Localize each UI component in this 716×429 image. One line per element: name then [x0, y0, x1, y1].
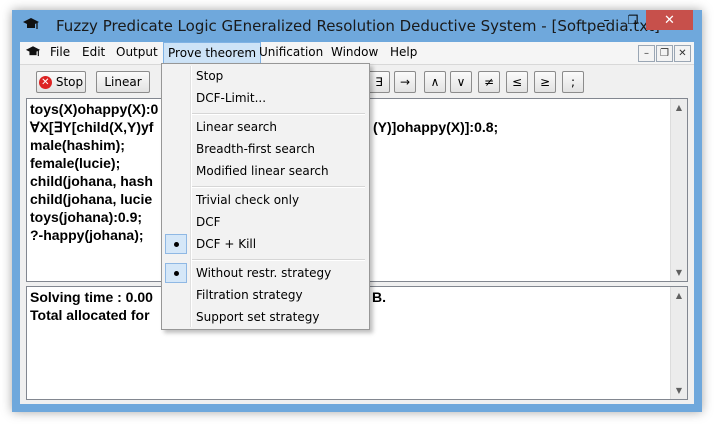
menu-unification[interactable]: Unification [259, 45, 323, 59]
code-line: toys(X)ohappy(X):0 [30, 101, 159, 117]
menu-item-breadth-first-search[interactable]: Breadth-first search [196, 142, 315, 156]
menu-item-without-restr-strategy[interactable]: Without restr. strategy [196, 266, 331, 280]
menu-item-stop[interactable]: Stop [196, 69, 223, 83]
menu-item-support-set-strategy[interactable]: Support set strategy [196, 310, 319, 324]
title-bar[interactable]: Fuzzy Predicate Logic GEneralized Resolu… [12, 10, 702, 42]
radio-check-mark [165, 263, 187, 283]
symbol-implies-button[interactable]: → [394, 71, 416, 93]
code-line: male(hashim); [30, 137, 125, 153]
code-line-tail: (Y)]ohappy(X)]:0.8; [373, 119, 499, 135]
menu-item-dcf[interactable]: DCF [196, 215, 221, 229]
code-line: female(lucie); [30, 155, 121, 171]
code-line: toys(johana):0.9; [30, 209, 143, 225]
maximize-button[interactable]: ❐ [620, 10, 646, 30]
menu-prove-theorem[interactable]: Prove theorem [163, 42, 262, 64]
editor-scrollbar[interactable]: ▲ ▼ [670, 99, 687, 281]
symbol-or-button[interactable]: ∨ [450, 71, 472, 93]
symbol-greater-equal-button[interactable]: ≥ [534, 71, 556, 93]
graduation-cap-icon [23, 18, 39, 29]
menu-window[interactable]: Window [331, 45, 378, 59]
radio-check-mark [165, 234, 187, 254]
symbol-not-equal-button[interactable]: ≠ [478, 71, 500, 93]
menu-bar: File Edit Output Prove theorem Unificati… [20, 42, 694, 64]
symbol-exists-button[interactable]: ∃ [368, 71, 390, 93]
output-line: Solving time : 0.00 [30, 289, 153, 305]
linear-button[interactable]: Linear [96, 71, 150, 93]
close-button[interactable]: ✕ [646, 10, 693, 30]
mdi-close-button[interactable]: ✕ [674, 45, 691, 62]
menu-item-dcf-limit[interactable]: DCF-Limit... [196, 91, 266, 105]
prove-theorem-menu: Stop DCF-Limit... Linear search Breadth-… [161, 63, 370, 330]
stop-icon: ✕ [38, 75, 52, 89]
minimize-button[interactable]: – [593, 10, 620, 30]
menu-item-filtration-strategy[interactable]: Filtration strategy [196, 288, 303, 302]
symbol-semicolon-button[interactable]: ; [562, 71, 584, 93]
menu-file[interactable]: File [50, 45, 70, 59]
scroll-up-icon[interactable]: ▲ [671, 99, 687, 116]
scroll-up-icon[interactable]: ▲ [671, 287, 687, 304]
menu-item-dcf-kill[interactable]: DCF + Kill [196, 237, 256, 251]
radio-dot-icon [174, 271, 179, 276]
linear-button-label: Linear [104, 75, 142, 89]
menu-item-trivial-check-only[interactable]: Trivial check only [196, 193, 299, 207]
output-line: Total allocated for [30, 307, 150, 323]
symbol-less-equal-button[interactable]: ≤ [506, 71, 528, 93]
menu-separator [192, 186, 365, 188]
mdi-restore-button[interactable]: ❐ [656, 45, 673, 62]
symbol-and-button[interactable]: ∧ [424, 71, 446, 93]
output-scrollbar[interactable]: ▲ ▼ [670, 287, 687, 399]
menu-separator [192, 113, 365, 115]
menu-item-linear-search[interactable]: Linear search [196, 120, 277, 134]
menu-help[interactable]: Help [390, 45, 417, 59]
scroll-down-icon[interactable]: ▼ [671, 264, 687, 281]
menu-gutter [190, 66, 192, 327]
menu-output[interactable]: Output [116, 45, 158, 59]
menu-edit[interactable]: Edit [82, 45, 105, 59]
code-line: ?-happy(johana); [30, 227, 144, 243]
scroll-down-icon[interactable]: ▼ [671, 382, 687, 399]
radio-dot-icon [174, 242, 179, 247]
stop-button[interactable]: ✕ Stop [36, 71, 86, 93]
code-line: child(johana, hash [30, 173, 153, 189]
menu-item-modified-linear-search[interactable]: Modified linear search [196, 164, 329, 178]
window-title: Fuzzy Predicate Logic GEneralized Resolu… [56, 17, 660, 35]
code-line: ∀X[∃Y[child(X,Y)yf [30, 119, 154, 135]
graduation-cap-icon[interactable] [25, 45, 41, 60]
menu-separator [192, 259, 365, 261]
code-line: child(johana, lucie [30, 191, 153, 207]
mdi-minimize-button[interactable]: – [638, 45, 655, 62]
stop-button-label: Stop [55, 75, 84, 89]
output-line-tail: B. [372, 289, 386, 305]
